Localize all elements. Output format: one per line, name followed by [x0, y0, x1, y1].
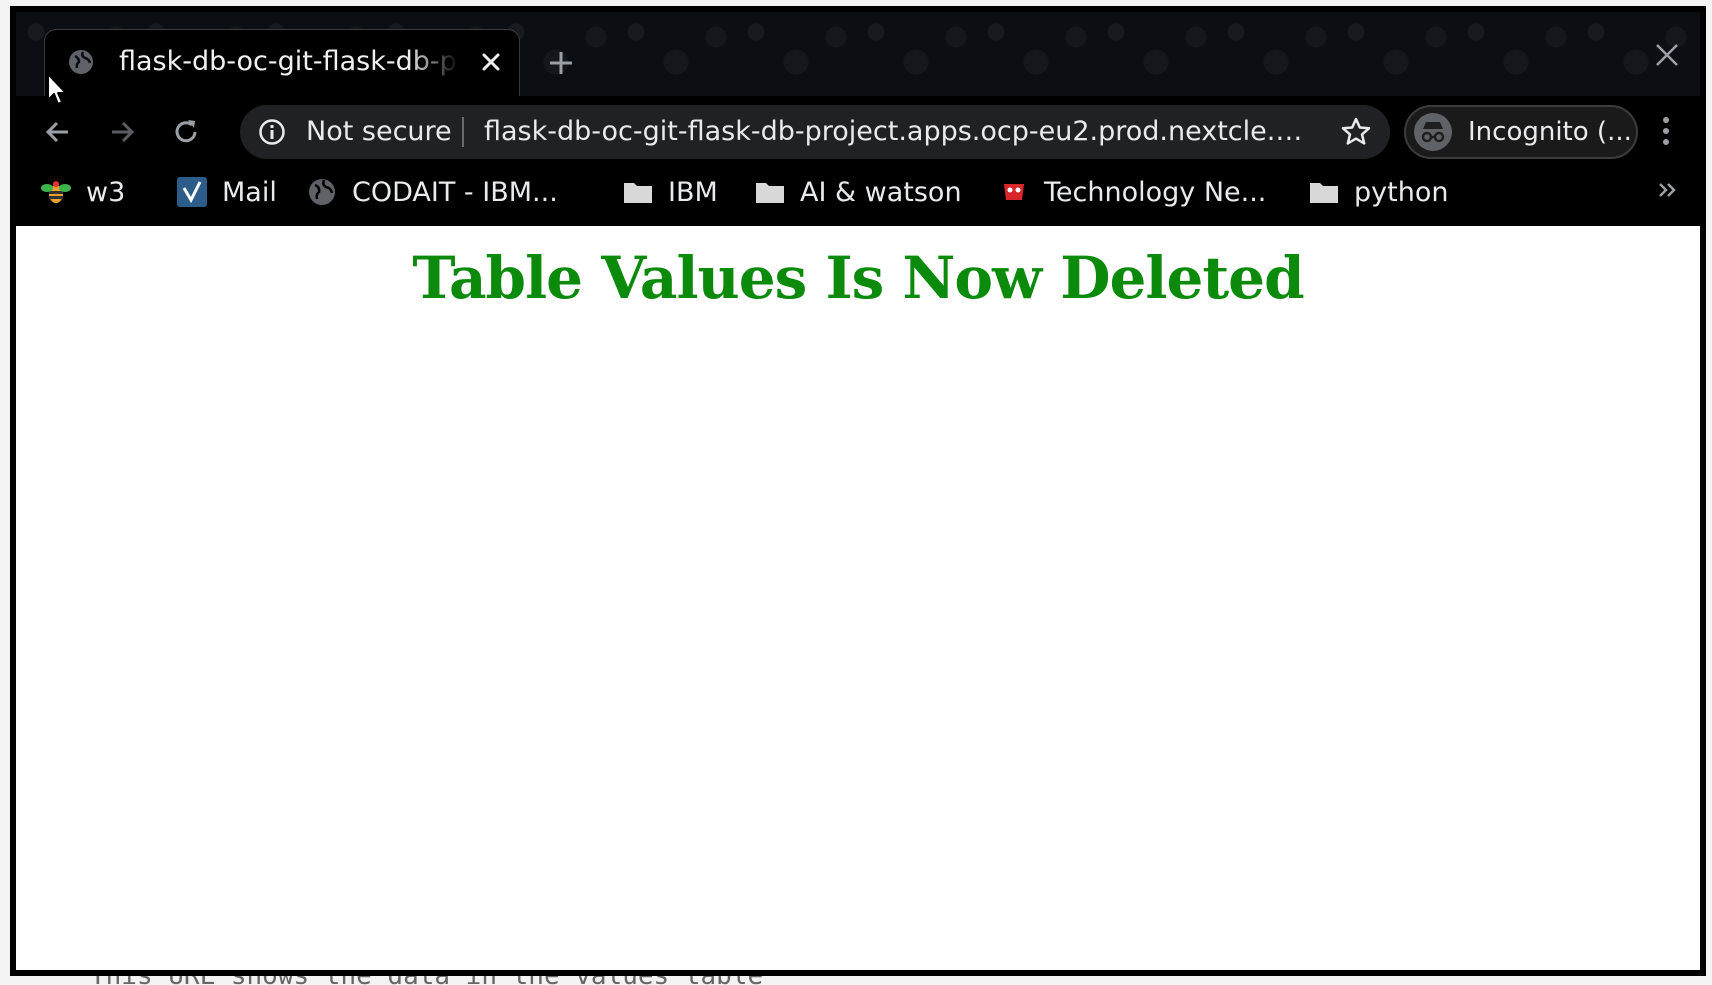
info-icon[interactable]: [258, 118, 286, 146]
profile-label: Incognito (...: [1468, 117, 1632, 147]
reload-icon[interactable]: [170, 116, 202, 148]
forward-arrow-icon[interactable]: [106, 116, 138, 148]
omnibox-divider: [462, 117, 464, 147]
page-heading: Table Values Is Now Deleted: [412, 244, 1304, 312]
globe-icon: [309, 179, 335, 205]
bookmark-label: python: [1354, 176, 1449, 208]
close-icon[interactable]: [477, 48, 505, 76]
mouse-cursor-icon: [47, 73, 67, 105]
incognito-icon: [1414, 113, 1452, 151]
mail-check-icon: [177, 177, 207, 207]
kebab-menu-icon[interactable]: [1656, 114, 1676, 148]
bookmark-label: w3: [86, 176, 126, 208]
bookmarks-bar: w3 Mail CODAIT - IBM... IBM AI & watson …: [16, 166, 1700, 226]
active-tab[interactable]: flask-db-oc-git-flask-db-project.apps.oc…: [44, 29, 520, 96]
bookmark-technology-news[interactable]: Technology Ne...: [998, 166, 1266, 218]
red-badge-icon: [1004, 184, 1024, 200]
browser-window: flask-db-oc-git-flask-db-project.apps.oc…: [10, 6, 1706, 976]
bookmark-folder-python[interactable]: python: [1308, 166, 1448, 218]
security-label[interactable]: Not secure: [306, 105, 452, 159]
tab-title: flask-db-oc-git-flask-db-project.apps.oc…: [119, 46, 459, 77]
bookmark-w3[interactable]: w3: [40, 166, 125, 218]
address-bar[interactable]: Not secure flask-db-oc-git-flask-db-proj…: [240, 105, 1390, 159]
bookmark-label: CODAIT - IBM...: [352, 176, 558, 208]
bookmark-label: AI & watson: [800, 176, 962, 208]
bookmark-folder-ai-watson[interactable]: AI & watson: [754, 166, 962, 218]
chevron-double-right-icon[interactable]: [1656, 176, 1680, 204]
back-arrow-icon[interactable]: [42, 116, 74, 148]
folder-icon: [1310, 183, 1338, 203]
bookmark-codait[interactable]: CODAIT - IBM...: [306, 166, 558, 218]
globe-icon: [69, 50, 93, 74]
star-icon[interactable]: [1340, 116, 1372, 148]
tab-strip: flask-db-oc-git-flask-db-project.apps.oc…: [16, 12, 1700, 96]
plus-icon[interactable]: [546, 48, 576, 78]
close-icon[interactable]: [1652, 40, 1682, 70]
bee-icon: [41, 181, 71, 203]
incognito-profile-button[interactable]: Incognito (...: [1404, 105, 1638, 159]
page-content: Table Values Is Now Deleted: [16, 226, 1700, 970]
folder-icon: [756, 183, 784, 203]
url-text[interactable]: flask-db-oc-git-flask-db-project.apps.oc…: [484, 105, 1314, 159]
desktop: This URL shows the data in the values ta…: [0, 0, 1712, 985]
bookmark-folder-ibm[interactable]: IBM: [622, 166, 718, 218]
folder-icon: [624, 183, 652, 203]
toolbar: Not secure flask-db-oc-git-flask-db-proj…: [16, 96, 1700, 166]
bookmark-label: IBM: [668, 176, 718, 208]
bookmark-label: Technology Ne...: [1044, 176, 1267, 208]
bookmark-mail[interactable]: Mail: [176, 166, 277, 218]
bookmark-label: Mail: [222, 176, 277, 208]
